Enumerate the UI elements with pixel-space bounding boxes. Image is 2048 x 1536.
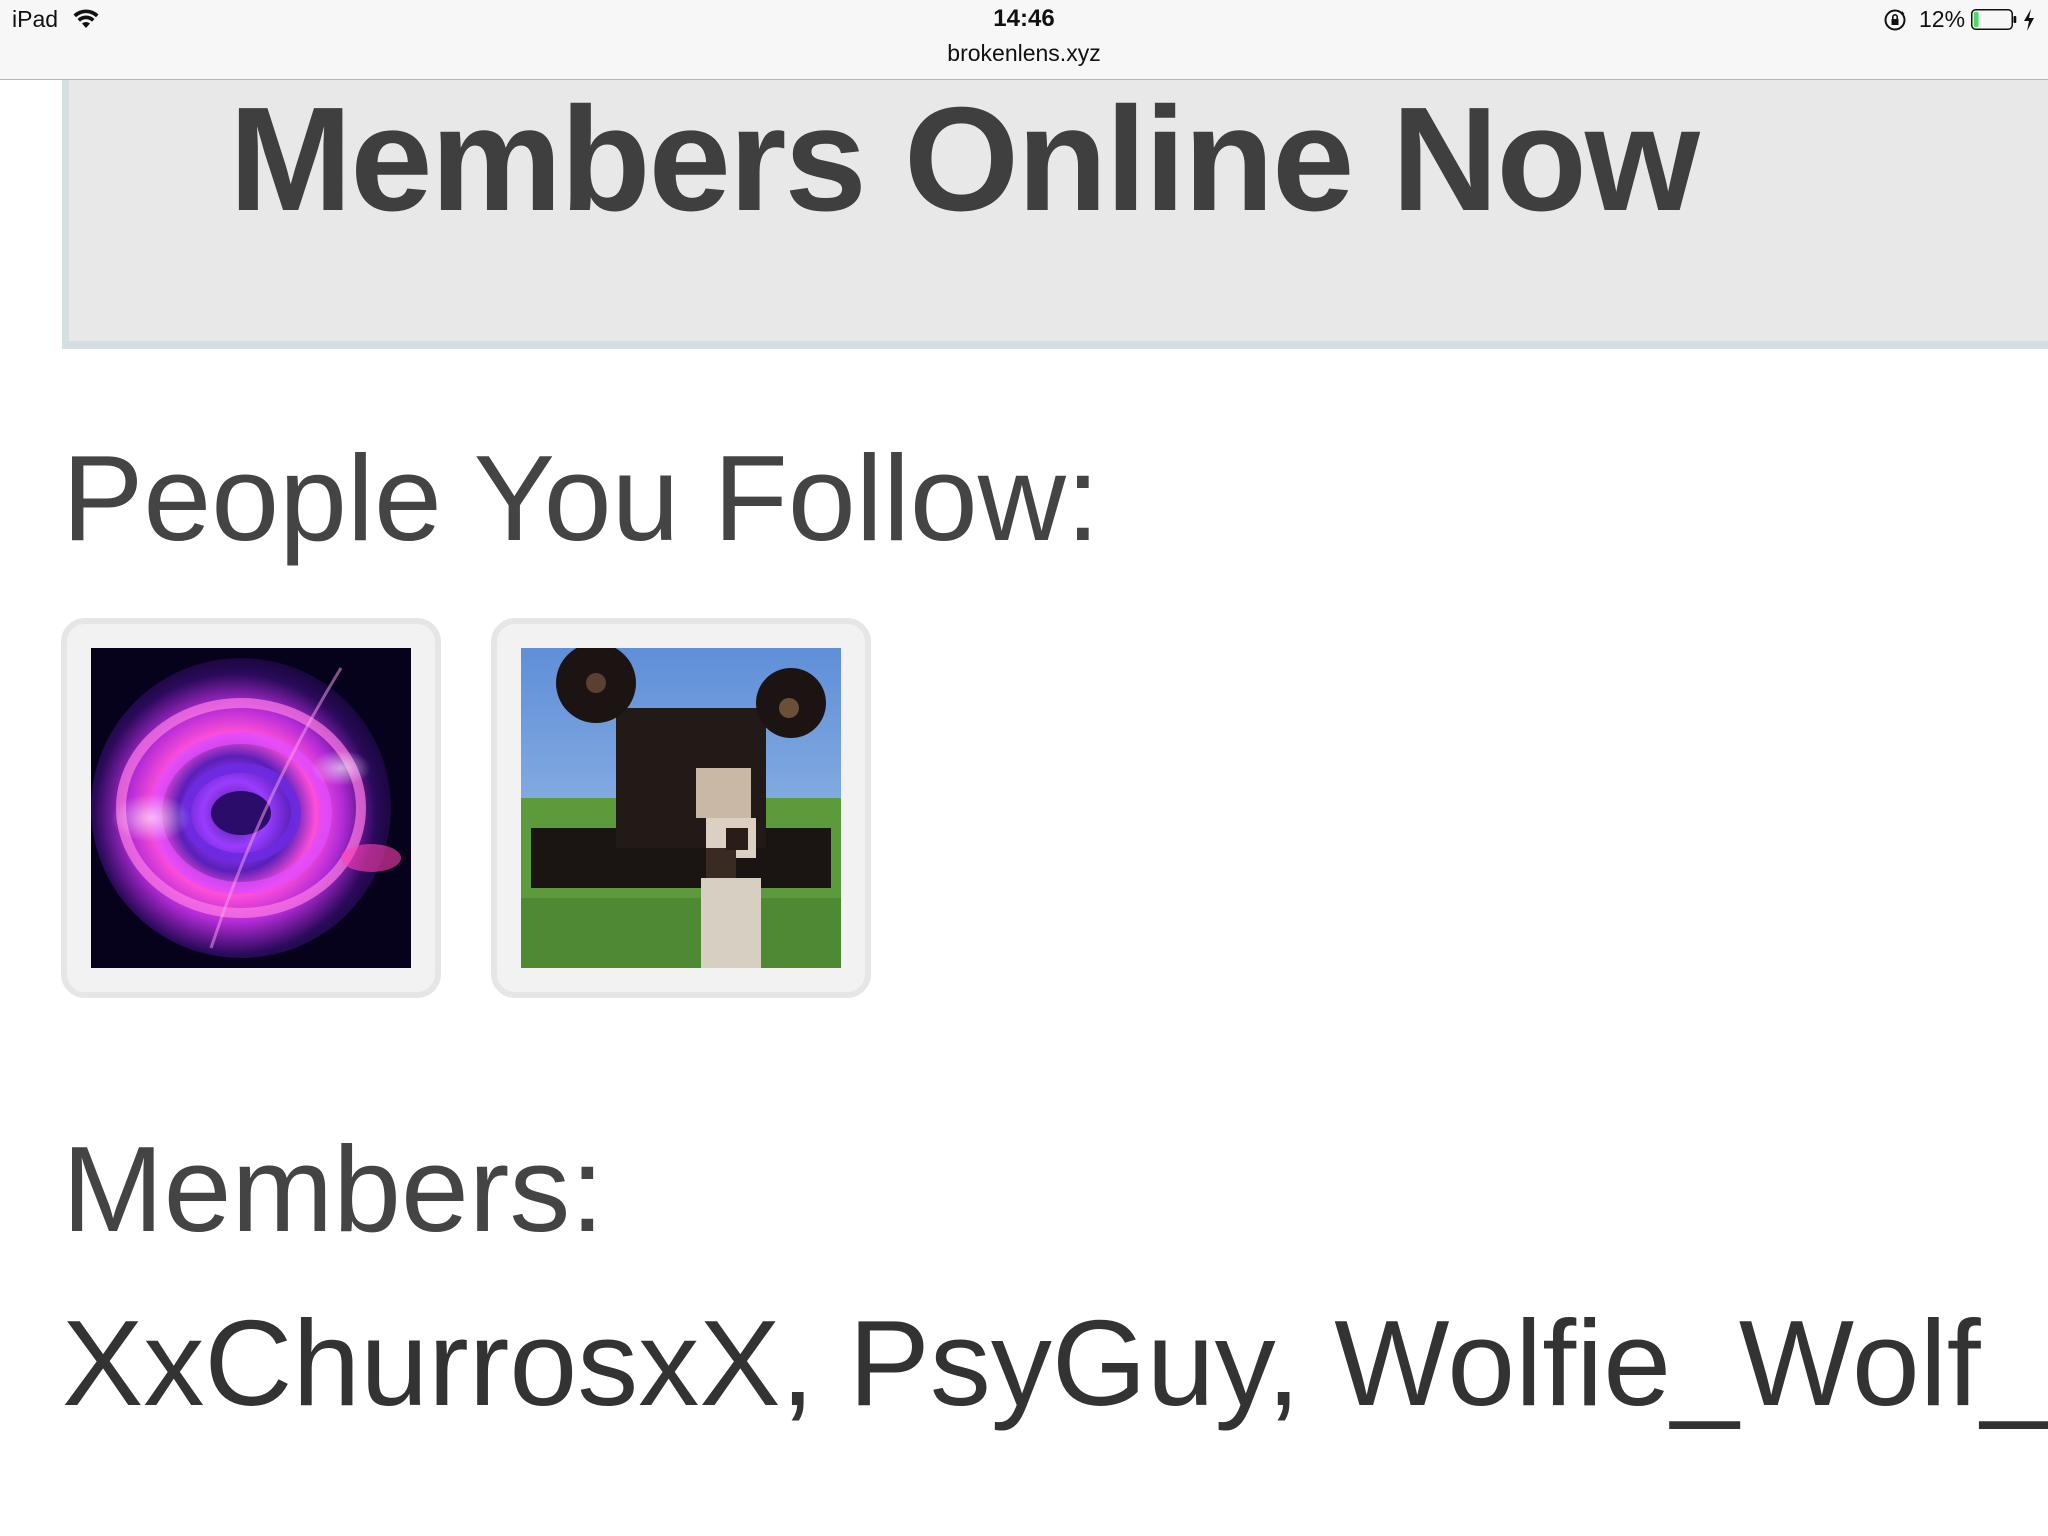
battery-fill xyxy=(1973,11,1979,28)
galaxy-avatar-image xyxy=(91,648,411,968)
page-title: Members Online Now xyxy=(229,77,1700,242)
battery-percentage: 12% xyxy=(1919,6,1966,32)
followed-user-avatar-card[interactable] xyxy=(61,618,441,998)
clock: 14:46 xyxy=(993,5,1055,32)
battery-icon xyxy=(1971,9,2017,30)
header-banner: Members Online Now xyxy=(62,80,2048,349)
status-bar: iPad 14:46 brokenlens.xyz 12% xyxy=(0,0,2048,80)
members-heading: Members: xyxy=(62,1121,605,1257)
cow-avatar-image xyxy=(521,648,841,968)
charging-bolt-icon xyxy=(2024,9,2034,31)
following-heading: People You Follow: xyxy=(62,430,1100,566)
followed-user-avatar-card[interactable] xyxy=(491,618,871,998)
member-list[interactable]: XxChurrosxX, PsyGuy, Wolfie_Wolf_8 xyxy=(62,1298,2048,1428)
avatar[interactable] xyxy=(521,648,841,968)
url-label[interactable]: brokenlens.xyz xyxy=(0,40,2048,67)
avatar[interactable] xyxy=(91,648,411,968)
orientation-lock-icon xyxy=(1884,9,1906,31)
